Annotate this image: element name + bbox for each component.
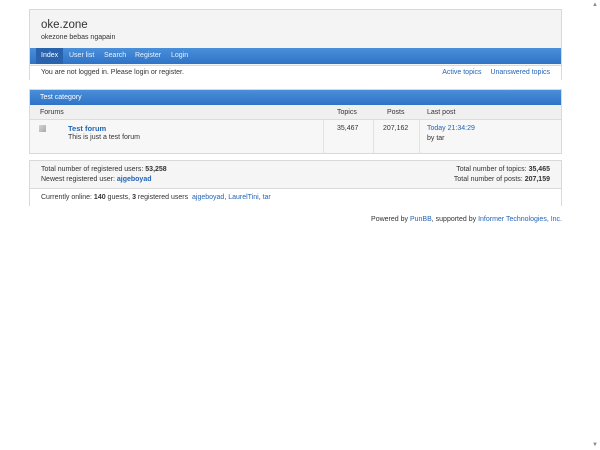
registered-users-stat: Total number of registered users: 53,258: [41, 166, 167, 173]
total-posts-label: Total number of posts:: [453, 176, 525, 183]
registered-users-value: 53,258: [145, 166, 167, 173]
forum-post-count: 207,162: [383, 125, 409, 132]
login-status-message: You are not logged in. Please login or r…: [41, 69, 184, 76]
site-header: oke.zone okezone bebas ngapain Index Use…: [29, 9, 562, 80]
table-row: Test forum This is just a test forum 35,…: [30, 120, 561, 153]
col-topics: Topics: [337, 109, 357, 116]
online-users-text: Currently online: 140 guests, 3 register…: [41, 194, 271, 201]
online-suffix: registered users: [135, 194, 189, 201]
active-topics-link[interactable]: Active topics: [442, 69, 481, 76]
forum-status-icon: [39, 125, 46, 132]
login-status-bar: You are not logged in. Please login or r…: [30, 65, 561, 80]
forum-title-link[interactable]: Test forum: [68, 124, 106, 133]
nav-search[interactable]: Search: [104, 48, 126, 64]
total-posts-value: 207,159: [524, 176, 550, 183]
registered-users-label: Total number of registered users:: [41, 166, 146, 173]
online-user-link[interactable]: LaurelTini: [228, 194, 258, 201]
last-post-link[interactable]: Today 21:34:29: [427, 125, 475, 132]
footer-mid: , supported by: [431, 216, 479, 223]
category-block: Test category Forums Topics Posts Last p…: [29, 89, 562, 154]
footer-credits: Powered by PunBB, supported by Informer …: [371, 216, 562, 223]
newest-user-link[interactable]: ajgeboyad: [117, 176, 152, 183]
main-nav: Index User list Search Register Login: [30, 48, 561, 64]
online-users-bar: Currently online: 140 guests, 3 register…: [30, 188, 561, 206]
nav-user-list[interactable]: User list: [69, 48, 94, 64]
scroll-down-arrow-icon[interactable]: ▼: [592, 442, 598, 448]
online-user-link[interactable]: ajgeboyad: [192, 194, 224, 201]
total-topics-label: Total number of topics:: [456, 166, 529, 173]
site-description: okezone bebas ngapain: [41, 34, 116, 41]
total-topics-value: 35,465: [528, 166, 550, 173]
nav-register[interactable]: Register: [135, 48, 161, 64]
online-user-link[interactable]: tar: [263, 194, 271, 201]
informer-link[interactable]: Informer Technologies, Inc.: [478, 216, 562, 223]
column-divider: [419, 120, 420, 153]
online-prefix: Currently online:: [41, 194, 94, 201]
punbb-link[interactable]: PunBB: [410, 216, 432, 223]
scroll-up-arrow-icon[interactable]: ▲: [592, 2, 598, 8]
nav-index[interactable]: Index: [36, 48, 64, 64]
column-divider: [323, 120, 324, 153]
nav-login[interactable]: Login: [171, 48, 188, 64]
col-posts: Posts: [387, 109, 405, 116]
col-forums: Forums: [40, 109, 64, 116]
unanswered-topics-link[interactable]: Unanswered topics: [490, 69, 550, 76]
col-last-post: Last post: [427, 109, 456, 116]
forum-description: This is just a test forum: [68, 134, 140, 141]
category-title: Test category: [30, 90, 561, 105]
total-topics-stat: Total number of topics: 35,465: [456, 166, 550, 173]
newest-user-stat: Newest registered user: ajgeboyad: [41, 176, 152, 183]
newest-user-label: Newest registered user:: [41, 176, 117, 183]
board-stats: Total number of registered users: 53,258…: [29, 160, 562, 206]
last-post-author: by tar: [427, 135, 445, 142]
status-links: Active topics Unanswered topics: [435, 69, 550, 76]
column-divider: [373, 120, 374, 153]
forum-topic-count: 35,467: [337, 125, 359, 132]
total-posts-stat: Total number of posts: 207,159: [454, 176, 550, 183]
online-guest-count: 140: [93, 194, 106, 201]
footer-prefix: Powered by: [371, 216, 410, 223]
site-title[interactable]: oke.zone: [41, 19, 88, 31]
online-mid: guests,: [105, 194, 133, 201]
forum-table-header: Forums Topics Posts Last post: [30, 105, 561, 120]
